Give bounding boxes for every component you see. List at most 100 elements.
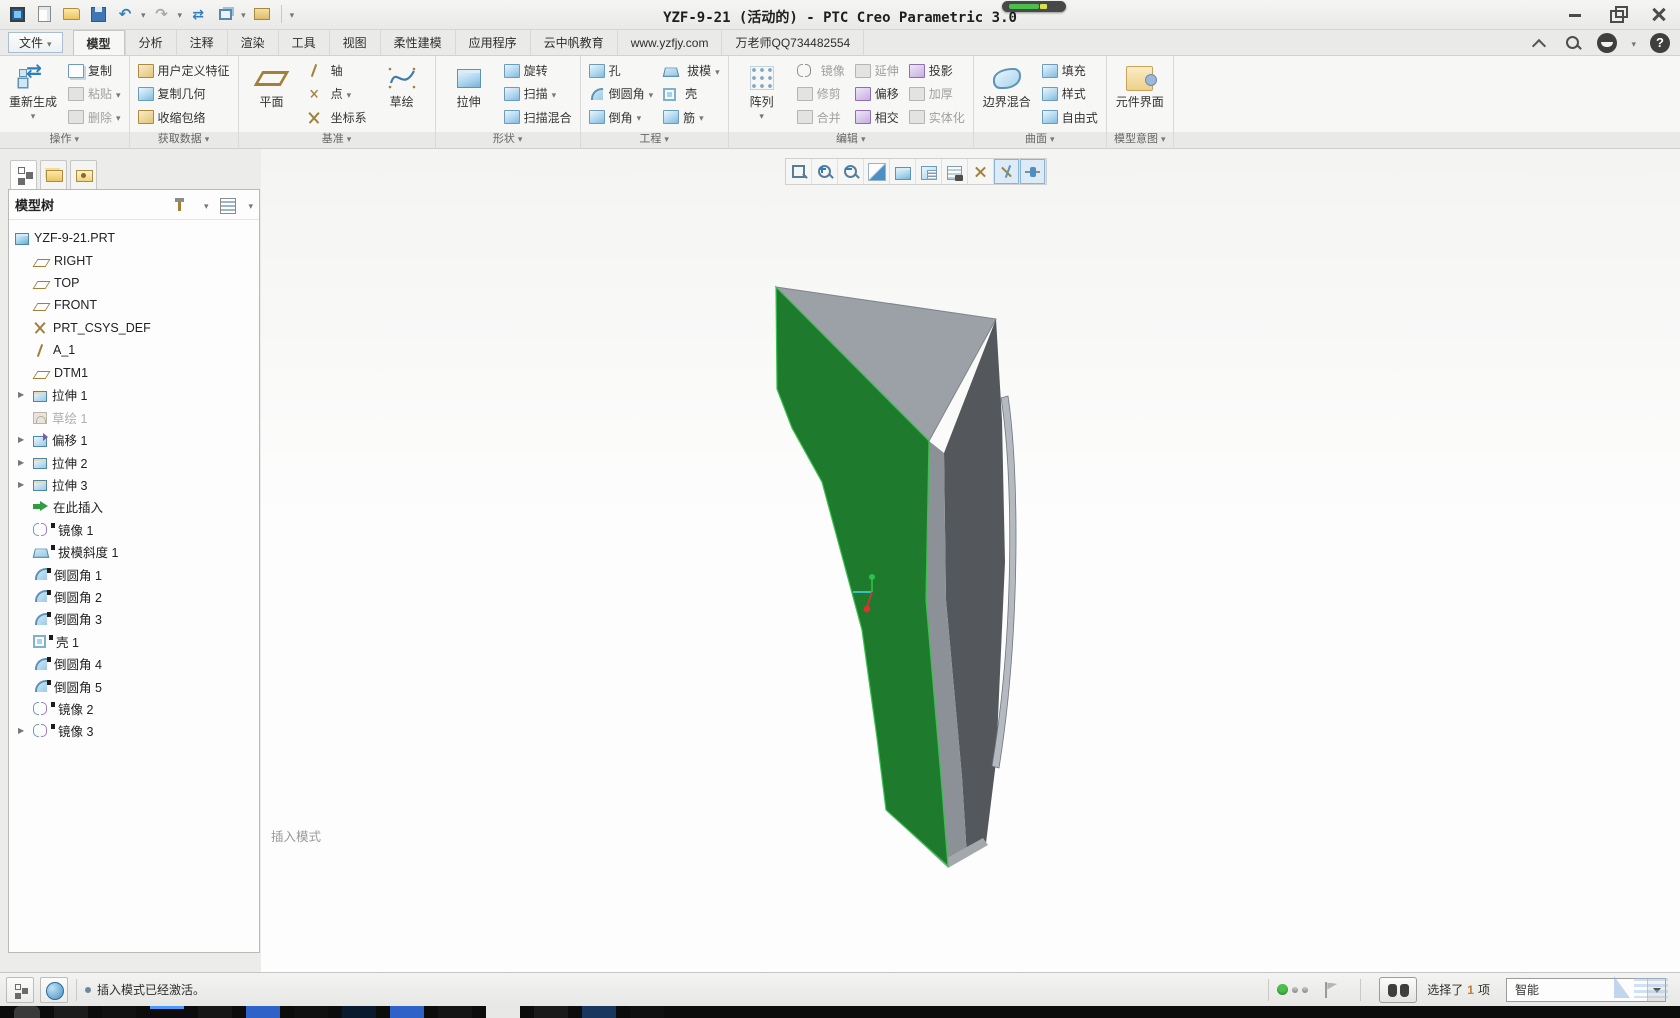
datum-point-button[interactable]: 点 [304,83,370,105]
tree-item-extrude1[interactable]: ▶拉伸 1 [9,384,259,406]
tree-item-round3[interactable]: 倒圆角 3 [9,608,259,630]
copy-button[interactable]: 复制 [65,60,124,82]
group-label-engineering[interactable]: 工程 [581,132,728,149]
tab-analysis[interactable]: 分析 [125,30,176,55]
taskbar-item[interactable] [198,1006,232,1018]
folder-browser-tab[interactable] [40,160,67,189]
tree-item-round5[interactable]: 倒圆角 5 [9,675,259,697]
rib-button[interactable]: 筋 [660,106,723,128]
tree-item-insert-here[interactable]: 在此插入 [9,496,259,518]
find-button[interactable] [1379,977,1417,1003]
tree-item-axis[interactable]: A_1 [9,339,259,361]
extrude-button[interactable]: 拉伸 [441,58,497,130]
taskbar-item[interactable] [486,1006,520,1018]
minimize-button[interactable] [1562,4,1588,24]
hole-button[interactable]: 孔 [586,60,657,82]
view-manager-button[interactable] [942,159,968,184]
datum-plane-button[interactable]: 平面 [244,58,300,130]
group-label-datum[interactable]: 基准 [239,132,435,149]
search-icon[interactable] [1563,33,1583,53]
revolve-button[interactable]: 旋转 [501,60,575,82]
tab-yzf-website[interactable]: www.yzfjy.com [617,30,722,55]
tab-model[interactable]: 模型 [73,30,125,55]
group-label-model-intent[interactable]: 模型意图 [1107,132,1173,149]
merge-button[interactable]: 合并 [794,106,848,128]
tree-item-top[interactable]: TOP [9,272,259,294]
taskbar-item[interactable] [630,1006,664,1018]
help-icon[interactable] [1650,33,1670,53]
tree-filters-caret[interactable] [204,198,209,212]
tab-view[interactable]: 视图 [329,30,380,55]
tree-item-part[interactable]: YZF-9-21.PRT [9,227,259,249]
collapse-ribbon-icon[interactable] [1529,33,1549,53]
taskbar-item[interactable] [294,1006,328,1018]
fill-button[interactable]: 填充 [1039,60,1101,82]
tree-item-offset1[interactable]: ▶偏移 1 [9,429,259,451]
regeneration-status-icon[interactable] [1277,984,1288,995]
trim-button[interactable]: 修剪 [794,83,848,105]
tree-item-front[interactable]: FRONT [9,294,259,316]
sketch-button[interactable]: 草绘 [374,58,430,130]
tree-filters-icon[interactable] [174,196,194,214]
shrinkwrap-button[interactable]: 收缩包络 [135,106,233,128]
csys-button[interactable]: 坐标系 [304,106,370,128]
swept-blend-button[interactable]: 扫描混合 [501,106,575,128]
copy-geometry-button[interactable]: 复制几何 [135,83,233,105]
thicken-button[interactable]: 加厚 [906,83,968,105]
toggle-navigator-button[interactable] [6,977,34,1003]
taskbar-item[interactable] [246,1006,280,1018]
extend-button[interactable]: 延伸 [852,60,902,82]
round-button[interactable]: 倒圆角 [586,83,657,105]
tree-item-draft1[interactable]: 拔模斜度 1 [9,540,259,562]
tab-tools[interactable]: 工具 [278,30,329,55]
group-label-shapes[interactable]: 形状 [436,132,580,149]
shell-button[interactable]: 壳 [660,83,723,105]
expand-arrow-icon[interactable]: ▶ [18,480,30,489]
tree-item-mirror1[interactable]: 镜像 1 [9,518,259,540]
refit-button[interactable] [786,159,812,184]
taskbar-item[interactable] [534,1006,568,1018]
taskbar-item[interactable] [582,1006,616,1018]
taskbar-item[interactable] [102,1006,136,1018]
repaint-button[interactable] [864,159,890,184]
group-label-editing[interactable]: 编辑 [729,132,973,149]
boundary-blend-button[interactable]: 边界混合 [979,58,1035,130]
delete-button[interactable]: 删除 [65,106,124,128]
paste-button[interactable]: 粘贴 [65,83,124,105]
zoom-in-button[interactable] [812,159,838,184]
taskbar-item[interactable] [54,1006,88,1018]
resource-center-icon[interactable] [1597,33,1617,53]
tree-item-round2[interactable]: 倒圆角 2 [9,585,259,607]
sweep-button[interactable]: 扫描 [501,83,575,105]
style-button[interactable]: 样式 [1039,83,1101,105]
model-tree-tab[interactable] [10,160,37,189]
tree-item-sketch1[interactable]: 草绘 1 [9,406,259,428]
tree-item-mirror2[interactable]: 镜像 2 [9,697,259,719]
draft-button[interactable]: 拔模 [660,60,723,82]
favorites-tab[interactable] [70,160,97,189]
tree-item-right[interactable]: RIGHT [9,249,259,271]
saved-orientations-button[interactable] [916,159,942,184]
taskbar-item[interactable] [438,1006,472,1018]
tab-yzf-education[interactable]: 云中帆教育 [530,30,617,55]
windows-taskbar[interactable] [0,1006,1680,1018]
spin-center-button[interactable] [1020,159,1046,184]
tree-item-extrude3[interactable]: ▶拉伸 3 [9,473,259,495]
datum-axis-button[interactable]: 轴 [304,60,370,82]
taskbar-item[interactable] [14,1006,40,1018]
intersect-button[interactable]: 相交 [852,106,902,128]
tab-flexible-modeling[interactable]: 柔性建模 [380,30,455,55]
expand-arrow-icon[interactable]: ▶ [18,726,30,735]
expand-arrow-icon[interactable]: ▶ [18,458,30,467]
tab-file[interactable]: 文件 [8,32,63,53]
group-label-get-data[interactable]: 获取数据 [130,132,238,149]
annotation-display-button[interactable] [994,159,1020,184]
tab-applications[interactable]: 应用程序 [455,30,530,55]
zoom-out-button[interactable] [838,159,864,184]
taskbar-item[interactable] [342,1006,376,1018]
regenerate-button[interactable]: 重新生成 [5,58,61,130]
project-button[interactable]: 投影 [906,60,968,82]
browser-button[interactable] [40,977,68,1003]
display-style-button[interactable] [890,159,916,184]
offset-button[interactable]: 偏移 [852,83,902,105]
